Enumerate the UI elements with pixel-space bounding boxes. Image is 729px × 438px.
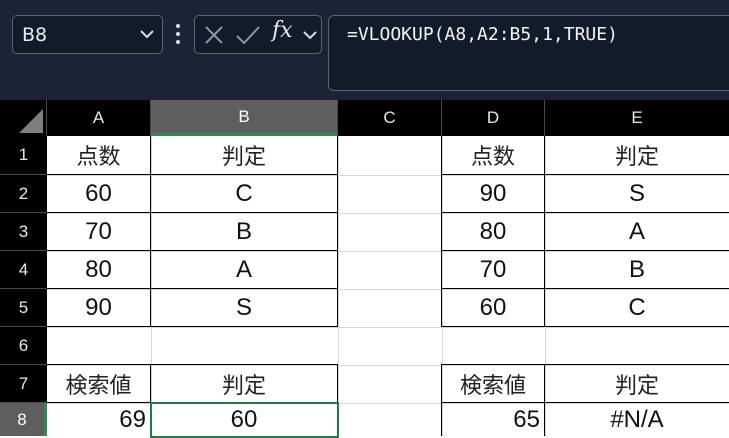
row-header-4[interactable]: 4 bbox=[0, 251, 47, 289]
cell-e4[interactable]: B bbox=[545, 251, 729, 288]
select-all-triangle-icon bbox=[19, 109, 43, 133]
gridline bbox=[47, 327, 729, 328]
cell-a2[interactable]: 60 bbox=[47, 175, 150, 212]
cell-e2[interactable]: S bbox=[545, 175, 729, 212]
cell-e8[interactable]: #N/A bbox=[545, 403, 729, 436]
cell-d8[interactable]: 65 bbox=[442, 403, 544, 436]
cell-d7[interactable]: 検索値 bbox=[442, 365, 544, 402]
cell-d1[interactable]: 点数 bbox=[442, 136, 544, 174]
name-box[interactable]: B8 bbox=[12, 15, 163, 54]
formula-actions bbox=[194, 15, 322, 54]
cell-d2[interactable]: 90 bbox=[442, 175, 544, 212]
column-header-e[interactable]: E bbox=[545, 100, 729, 136]
worksheet-grid: A B C D E 1 2 3 4 5 6 7 8 点数 判定 60 C 70 … bbox=[0, 100, 729, 438]
cell-border bbox=[47, 326, 338, 327]
cell-b7[interactable]: 判定 bbox=[151, 365, 337, 402]
chevron-down-icon[interactable] bbox=[140, 29, 154, 39]
cell-b5[interactable]: S bbox=[151, 289, 337, 326]
cell-a4[interactable]: 80 bbox=[47, 251, 150, 288]
column-header-b[interactable]: B bbox=[151, 100, 338, 136]
cell-border bbox=[441, 326, 729, 327]
check-icon[interactable] bbox=[235, 25, 261, 45]
row-header-8[interactable]: 8 bbox=[0, 403, 47, 436]
cell-b3[interactable]: B bbox=[151, 213, 337, 250]
row-header-5[interactable]: 5 bbox=[0, 289, 47, 327]
column-header-d[interactable]: D bbox=[442, 100, 545, 136]
row-header-1[interactable]: 1 bbox=[0, 136, 47, 175]
cell-d3[interactable]: 80 bbox=[442, 213, 544, 250]
cell-b2[interactable]: C bbox=[151, 175, 337, 212]
cell-b1[interactable]: 判定 bbox=[151, 136, 337, 174]
cell-d5[interactable]: 60 bbox=[442, 289, 544, 326]
cell-a3[interactable]: 70 bbox=[47, 213, 150, 250]
row-header-3[interactable]: 3 bbox=[0, 213, 47, 251]
row-header-6[interactable]: 6 bbox=[0, 327, 47, 365]
cell-e7[interactable]: 判定 bbox=[545, 365, 729, 402]
select-all-corner[interactable] bbox=[0, 100, 47, 136]
row-header-2[interactable]: 2 bbox=[0, 175, 47, 213]
cancel-icon[interactable] bbox=[204, 25, 224, 45]
name-box-value: B8 bbox=[22, 23, 48, 46]
row-header-7[interactable]: 7 bbox=[0, 365, 47, 403]
formula-text: =VLOOKUP(A8,A2:B5,1,TRUE) bbox=[347, 24, 618, 45]
cell-d4[interactable]: 70 bbox=[442, 251, 544, 288]
cell-a8[interactable]: 69 bbox=[47, 403, 150, 436]
cell-a1[interactable]: 点数 bbox=[47, 136, 150, 174]
insert-function-icon[interactable]: fx bbox=[272, 18, 293, 43]
gridline bbox=[338, 136, 339, 436]
active-cell-outline bbox=[150, 402, 339, 438]
cell-e1[interactable]: 判定 bbox=[545, 136, 729, 174]
column-header-a[interactable]: A bbox=[47, 100, 151, 136]
formula-input[interactable]: =VLOOKUP(A8,A2:B5,1,TRUE) bbox=[328, 15, 729, 91]
cell-b4[interactable]: A bbox=[151, 251, 337, 288]
formula-toolbar: B8 fx =VLOOKUP(A8,A2:B5,1,TRUE) bbox=[0, 0, 729, 100]
cell-a5[interactable]: 90 bbox=[47, 289, 150, 326]
column-header-c[interactable]: C bbox=[338, 100, 442, 136]
more-options-icon[interactable] bbox=[174, 24, 182, 46]
cell-e3[interactable]: A bbox=[545, 213, 729, 250]
cell-e5[interactable]: C bbox=[545, 289, 729, 326]
chevron-down-icon[interactable] bbox=[303, 30, 317, 40]
cell-a7[interactable]: 検索値 bbox=[47, 365, 150, 402]
cell-border bbox=[337, 136, 338, 327]
